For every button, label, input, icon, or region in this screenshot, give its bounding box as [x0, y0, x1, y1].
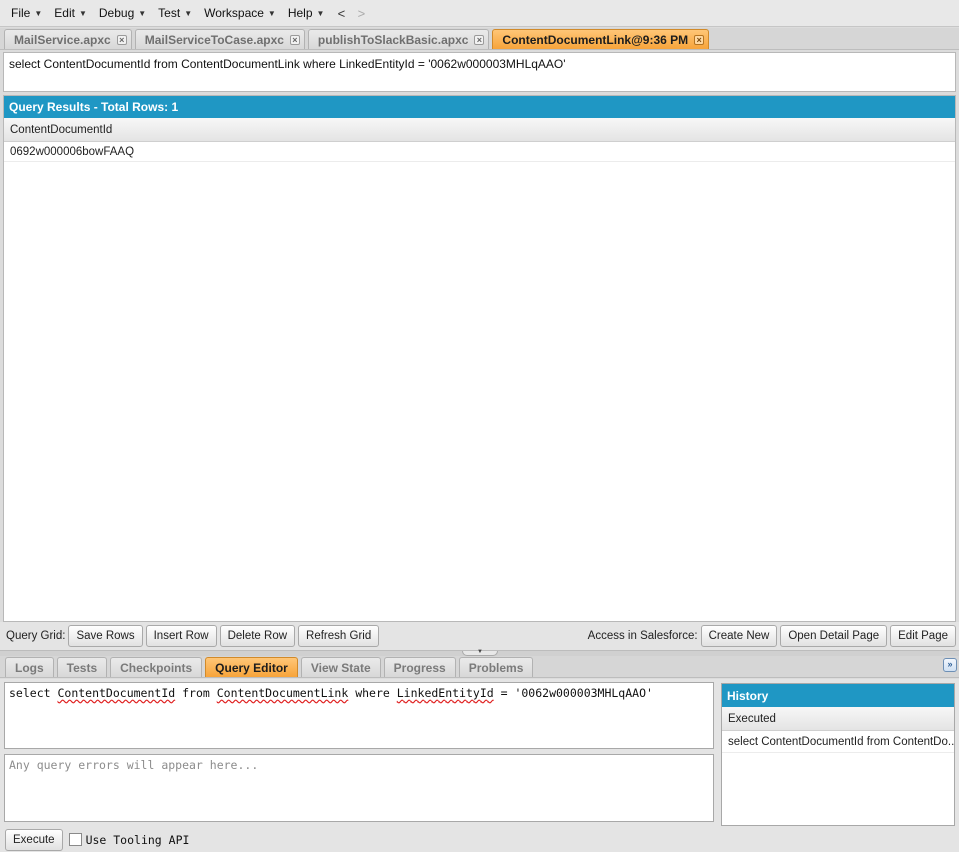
table-row[interactable]: 0692w000006bowFAAQ — [4, 142, 955, 162]
execute-bar: Execute Use Tooling API — [0, 827, 959, 852]
collapse-panel-icon[interactable]: » — [943, 658, 957, 672]
table-cell[interactable]: 0692w000006bowFAAQ — [10, 146, 134, 158]
tab-tests[interactable]: Tests — [56, 657, 108, 677]
caret-down-icon: ▼ — [316, 8, 325, 18]
save-rows-button[interactable]: Save Rows — [68, 625, 143, 647]
field-token: ContentDocumentId — [57, 686, 176, 700]
query-editor-input[interactable]: select ContentDocumentId from ContentDoc… — [4, 682, 714, 749]
access-in-salesforce-label: Access in Salesforce: — [587, 630, 698, 642]
tab-view-state[interactable]: View State — [300, 657, 381, 677]
menu-file[interactable]: File ▼ — [6, 2, 47, 24]
menu-workspace[interactable]: Workspace ▼ — [199, 2, 281, 24]
close-icon[interactable]: × — [474, 34, 485, 45]
results-title: Query Results - Total Rows: 1 — [4, 96, 955, 118]
menu-workspace-label: Workspace — [204, 6, 264, 20]
keyword-where: where — [348, 686, 397, 700]
caret-down-icon: ▼ — [267, 8, 276, 18]
refresh-grid-button[interactable]: Refresh Grid — [298, 625, 380, 647]
caret-down-icon: ▼ — [138, 8, 147, 18]
caret-down-icon: ▼ — [34, 8, 43, 18]
tab-label: MailService.apxc — [14, 32, 111, 47]
history-panel: History Executed select ContentDocumentI… — [721, 683, 955, 826]
use-tooling-api-checkbox[interactable] — [68, 833, 82, 846]
column-header-contentdocumentid[interactable]: ContentDocumentId — [4, 118, 955, 142]
tab-problems[interactable]: Problems — [458, 657, 534, 677]
tab-label: ContentDocumentLink@9:36 PM — [502, 32, 689, 47]
tab-checkpoints[interactable]: Checkpoints — [110, 657, 203, 677]
tab-mailservicetocase[interactable]: MailServiceToCase.apxc × — [134, 29, 305, 49]
edit-page-button[interactable]: Edit Page — [890, 625, 956, 647]
close-icon[interactable]: × — [116, 34, 127, 45]
menu-help-label: Help — [287, 6, 313, 20]
menu-edit-label: Edit — [54, 6, 75, 20]
query-grid-label: Query Grid: — [6, 630, 66, 642]
filter-value-token: = '0062w000003MHLqAAO' — [493, 686, 653, 700]
query-editor-area: select ContentDocumentId from ContentDoc… — [0, 679, 959, 827]
tab-label: publishToSlackBasic.apxc — [317, 32, 469, 47]
tab-label: MailServiceToCase.apxc — [144, 32, 284, 47]
query-text-display[interactable]: select ContentDocumentId from ContentDoc… — [3, 52, 956, 92]
forward-arrow-icon[interactable]: > — [351, 6, 371, 21]
history-item[interactable]: select ContentDocumentId from ContentDo.… — [722, 731, 954, 753]
menu-file-label: File — [11, 6, 31, 20]
query-results-panel: Query Results - Total Rows: 1 ContentDoc… — [3, 95, 956, 622]
close-icon[interactable]: × — [694, 34, 705, 45]
query-grid-toolbar: Query Grid: Save Rows Insert Row Delete … — [0, 622, 959, 650]
tab-progress[interactable]: Progress — [383, 657, 456, 677]
tab-mailservice[interactable]: MailService.apxc × — [4, 29, 132, 49]
close-icon[interactable]: × — [289, 34, 300, 45]
tab-query-editor[interactable]: Query Editor — [205, 657, 298, 677]
tab-logs[interactable]: Logs — [5, 657, 54, 677]
menu-debug-label: Debug — [98, 6, 135, 20]
menu-bar: File ▼ Edit ▼ Debug ▼ Test ▼ Workspace ▼ Help… — [0, 0, 959, 27]
keyword-from: from — [175, 686, 217, 700]
query-errors-box: Any query errors will appear here... — [4, 754, 714, 822]
tab-contentdocumentlink[interactable]: ContentDocumentLink@9:36 PM × — [492, 29, 710, 49]
use-tooling-api-label: Use Tooling API — [85, 832, 190, 847]
execute-button[interactable]: Execute — [5, 828, 63, 851]
delete-row-button[interactable]: Delete Row — [219, 625, 296, 647]
insert-row-button[interactable]: Insert Row — [145, 625, 217, 647]
tab-publishtoslackbasic[interactable]: publishToSlackBasic.apxc × — [307, 29, 490, 49]
open-detail-page-button[interactable]: Open Detail Page — [780, 625, 888, 647]
menu-debug[interactable]: Debug ▼ — [94, 2, 151, 24]
create-new-button[interactable]: Create New — [700, 625, 778, 647]
back-arrow-icon[interactable]: < — [331, 6, 351, 21]
menu-test[interactable]: Test ▼ — [153, 2, 197, 24]
editor-tab-bar: MailService.apxc × MailServiceToCase.apx… — [0, 28, 959, 50]
caret-down-icon: ▼ — [78, 8, 87, 18]
menu-help[interactable]: Help ▼ — [283, 2, 330, 24]
keyword-select: select — [9, 686, 58, 700]
history-title: History — [722, 684, 954, 707]
menu-edit[interactable]: Edit ▼ — [49, 2, 92, 24]
menu-test-label: Test — [158, 6, 181, 20]
object-token: ContentDocumentLink — [216, 686, 349, 700]
caret-down-icon: ▼ — [184, 8, 193, 18]
filter-field-token: LinkedEntityId — [396, 686, 494, 700]
bottom-tab-bar: Logs Tests Checkpoints Query Editor View… — [0, 656, 959, 678]
history-column-executed[interactable]: Executed — [722, 707, 954, 731]
